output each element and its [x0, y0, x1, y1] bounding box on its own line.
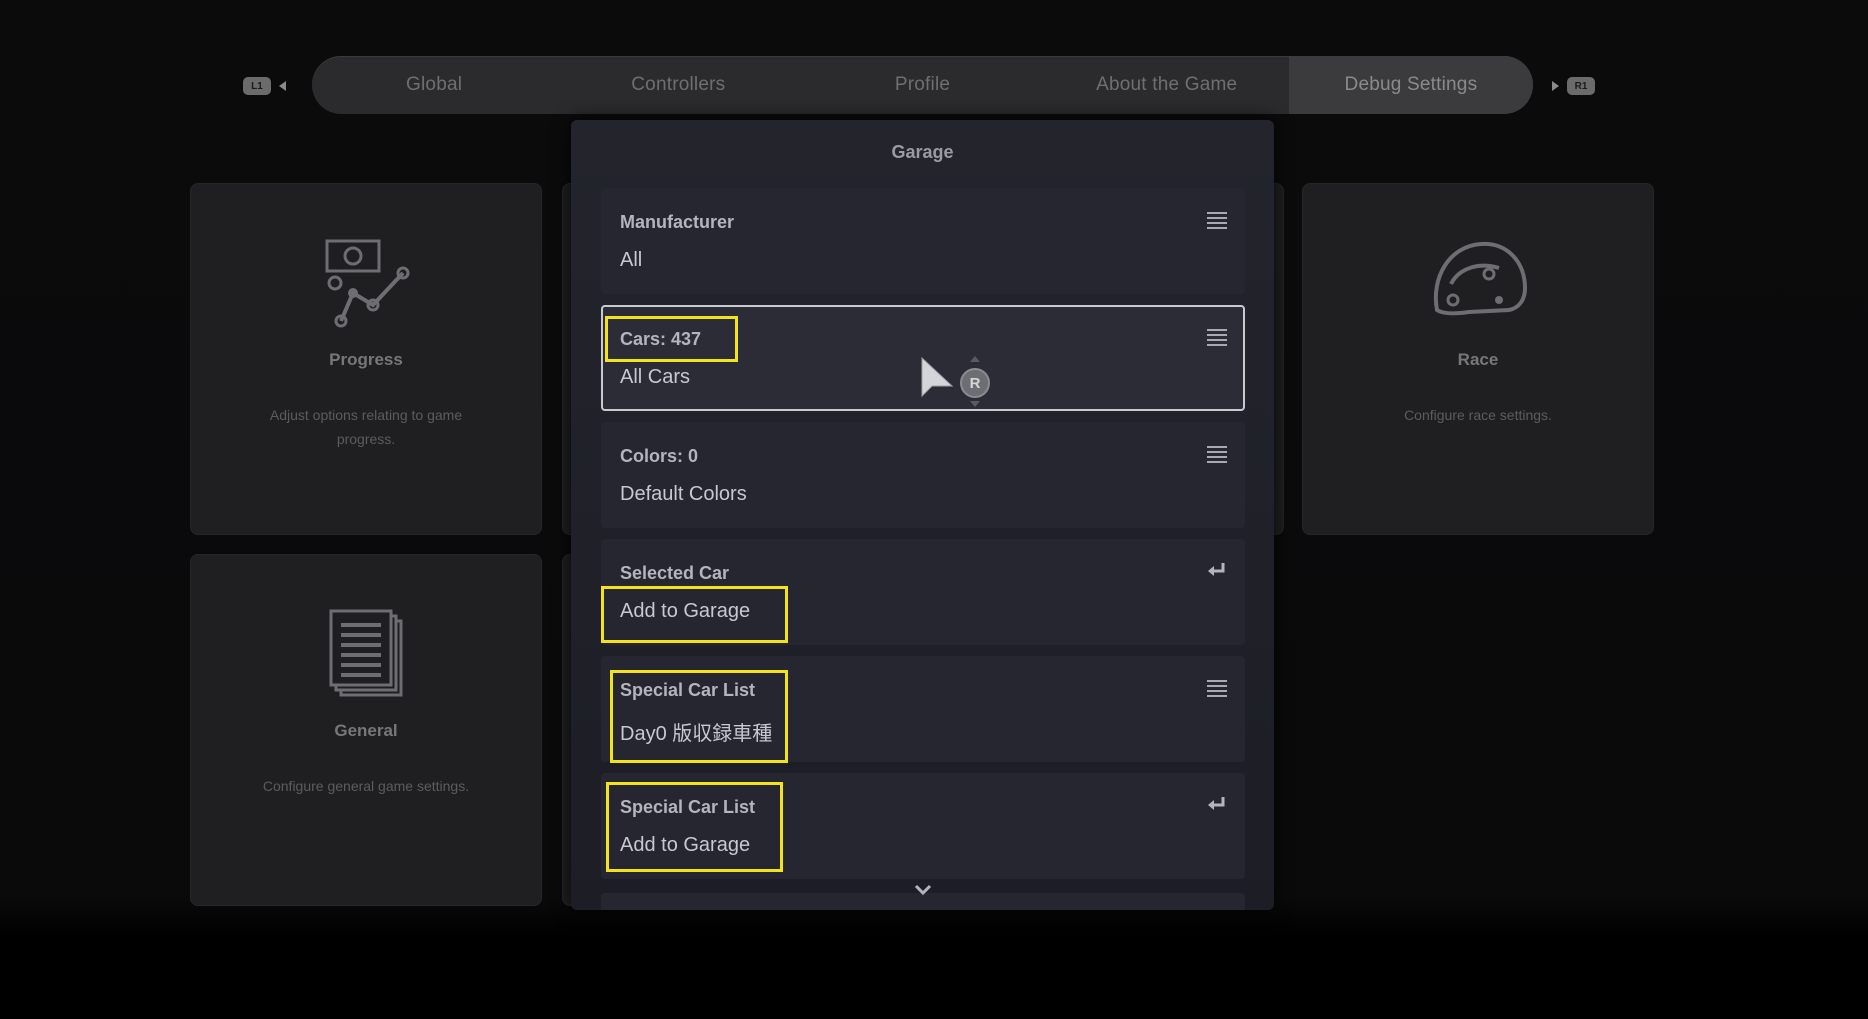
r-stick-badge: R: [960, 368, 990, 398]
menu-icon: [1207, 446, 1227, 463]
triangle-right-icon: [1552, 81, 1559, 91]
progress-card[interactable]: Progress Adjust options relating to game…: [190, 183, 542, 535]
enter-icon: [1208, 563, 1225, 576]
debug-settings-screen: L1 R1 Global Controllers Profile About t…: [0, 0, 1868, 1019]
tab-controllers[interactable]: Controllers: [556, 56, 800, 114]
r1-button-icon: R1: [1567, 77, 1595, 95]
highlight-cars-count: [605, 316, 738, 362]
tab-profile[interactable]: Profile: [800, 56, 1044, 114]
tab-debug-settings[interactable]: Debug Settings: [1288, 56, 1533, 114]
progress-description: Adjust options relating to game progress…: [269, 407, 463, 447]
menu-icon: [1207, 680, 1227, 697]
tab-about-the-game[interactable]: About the Game: [1045, 56, 1289, 114]
highlight-selected-car-add: [601, 586, 788, 643]
tab-bar: Global Controllers Profile About the Gam…: [312, 56, 1533, 114]
cursor-arrow-icon: [921, 356, 954, 398]
progress-chart-icon: [325, 239, 410, 328]
tab-global[interactable]: Global: [312, 56, 556, 114]
race-description: Configure race settings.: [1404, 407, 1552, 423]
helmet-icon: [1433, 241, 1528, 316]
general-title: General: [334, 721, 398, 740]
document-icon: [329, 609, 403, 697]
next-tab-shoulder[interactable]: R1: [1552, 77, 1595, 95]
row-value: All: [620, 249, 643, 271]
l1-button-icon: L1: [243, 77, 271, 95]
row-label: Colors: 0: [620, 446, 699, 466]
previous-tab-shoulder[interactable]: L1: [243, 77, 286, 95]
general-description: Configure general game settings.: [262, 778, 470, 794]
highlight-special-car-list: [610, 670, 788, 763]
general-card[interactable]: General Configure general game settings.: [190, 554, 542, 906]
race-card[interactable]: Race Configure race settings.: [1302, 183, 1654, 535]
row-value: All Cars: [620, 366, 691, 388]
race-title: Race: [1457, 350, 1499, 369]
enter-icon: [1208, 797, 1225, 810]
row-label: Manufacturer: [620, 212, 735, 232]
manufacturer-row[interactable]: Manufacturer All: [601, 188, 1245, 294]
row-value: Default Colors: [620, 483, 747, 505]
progress-title: Progress: [329, 350, 403, 369]
triangle-down-icon: [970, 401, 980, 407]
triangle-up-icon: [970, 356, 980, 362]
menu-icon: [1207, 329, 1227, 346]
chevron-down-icon[interactable]: [914, 884, 932, 896]
garage-title: Garage: [891, 142, 954, 162]
row-label: Selected Car: [620, 563, 730, 583]
triangle-left-icon: [279, 81, 286, 91]
colors-row[interactable]: Colors: 0 Default Colors: [601, 422, 1245, 528]
menu-icon: [1207, 212, 1227, 229]
highlight-special-car-list-add: [606, 782, 783, 872]
